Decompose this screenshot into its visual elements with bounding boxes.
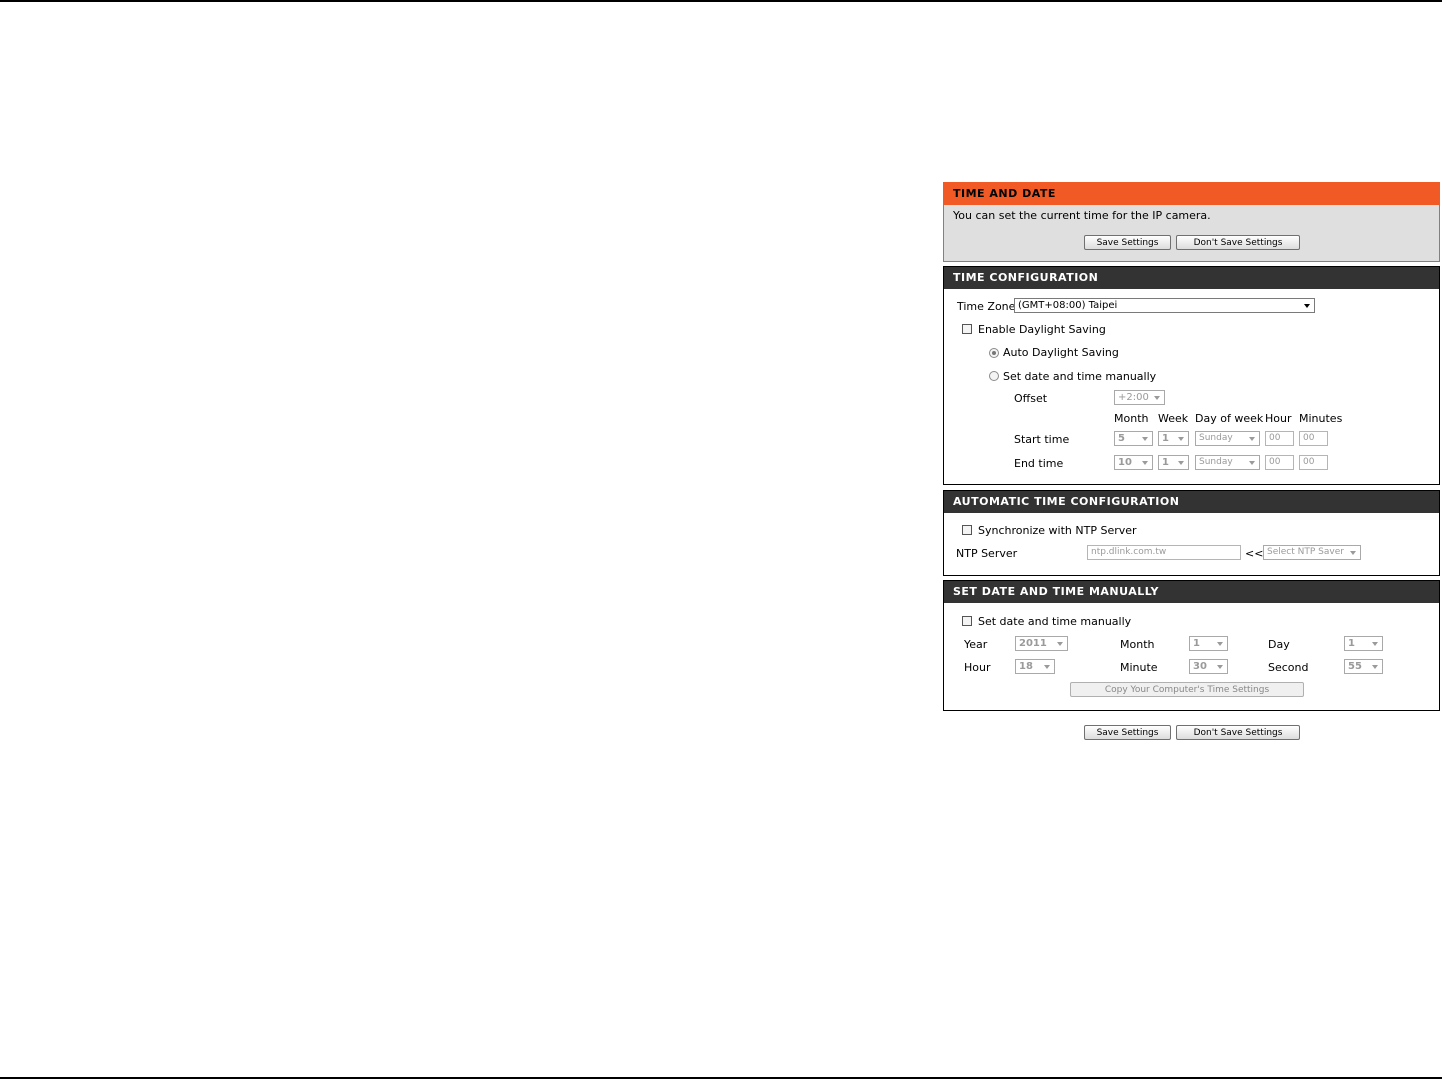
auto-daylight-saving-label: Auto Daylight Saving xyxy=(1003,346,1119,359)
end-month-value: 10 xyxy=(1118,457,1132,468)
start-time-label: Start time xyxy=(1014,433,1070,446)
enable-daylight-saving-checkbox[interactable] xyxy=(962,324,972,334)
day-value: 1 xyxy=(1348,638,1355,649)
column-minutes-label: Minutes xyxy=(1299,412,1343,425)
time-configuration-panel: TIME CONFIGURATION Time Zone (GMT+08:00)… xyxy=(943,266,1440,485)
second-value: 55 xyxy=(1348,661,1362,672)
minute-label: Minute xyxy=(1120,661,1158,674)
chevron-down-icon xyxy=(1142,461,1148,465)
minute-value: 30 xyxy=(1193,661,1207,672)
offset-select[interactable]: +2:00 xyxy=(1114,390,1165,405)
save-settings-button-top[interactable]: Save Settings xyxy=(1084,235,1171,250)
start-week-value: 1 xyxy=(1162,433,1169,444)
chevron-down-icon xyxy=(1372,665,1378,669)
manual-daylight-saving-radio[interactable] xyxy=(989,371,999,381)
time-and-date-description: You can set the current time for the IP … xyxy=(953,209,1211,222)
end-day-select[interactable]: Sunday xyxy=(1195,455,1260,470)
dont-save-settings-button-bottom[interactable]: Don't Save Settings xyxy=(1176,725,1300,740)
chevron-down-icon xyxy=(1178,437,1184,441)
second-label: Second xyxy=(1268,661,1309,674)
second-select[interactable]: 55 xyxy=(1344,659,1383,674)
chevron-down-icon xyxy=(1372,642,1378,646)
start-minutes-input[interactable]: 00 xyxy=(1299,431,1328,446)
chevron-down-icon xyxy=(1142,437,1148,441)
start-day-select[interactable]: Sunday xyxy=(1195,431,1260,446)
dont-save-settings-button-top[interactable]: Don't Save Settings xyxy=(1176,235,1300,250)
start-month-select[interactable]: 5 xyxy=(1114,431,1153,446)
sync-ntp-checkbox[interactable] xyxy=(962,525,972,535)
ntp-select-value: Select NTP Saver xyxy=(1267,547,1344,557)
chevron-down-icon xyxy=(1350,551,1356,555)
automatic-time-title: AUTOMATIC TIME CONFIGURATION xyxy=(944,491,1439,513)
ntp-server-input[interactable]: ntp.dlink.com.tw xyxy=(1087,545,1241,560)
chevron-down-icon xyxy=(1249,461,1255,465)
copy-computer-time-button[interactable]: Copy Your Computer's Time Settings xyxy=(1070,682,1304,697)
end-week-select[interactable]: 1 xyxy=(1158,455,1189,470)
manual-time-title: SET DATE AND TIME MANUALLY xyxy=(944,581,1439,603)
set-manual-label: Set date and time manually xyxy=(978,615,1132,628)
start-week-select[interactable]: 1 xyxy=(1158,431,1189,446)
start-hour-input[interactable]: 00 xyxy=(1265,431,1294,446)
time-configuration-title: TIME CONFIGURATION xyxy=(944,267,1439,289)
month-value: 1 xyxy=(1193,638,1200,649)
save-settings-button-bottom[interactable]: Save Settings xyxy=(1084,725,1171,740)
chevron-down-icon xyxy=(1044,665,1050,669)
start-month-value: 5 xyxy=(1118,433,1125,444)
hour-label: Hour xyxy=(964,661,991,674)
automatic-time-panel: AUTOMATIC TIME CONFIGURATION Synchronize… xyxy=(943,490,1440,576)
chevron-down-icon xyxy=(1217,642,1223,646)
end-minutes-input[interactable]: 00 xyxy=(1299,455,1328,470)
month-label: Month xyxy=(1120,638,1155,651)
column-week-label: Week xyxy=(1158,412,1189,425)
column-day-of-week-label: Day of week xyxy=(1195,412,1264,425)
end-hour-input[interactable]: 00 xyxy=(1265,455,1294,470)
sync-ntp-label: Synchronize with NTP Server xyxy=(978,524,1137,537)
month-select[interactable]: 1 xyxy=(1189,636,1228,651)
chevron-down-icon xyxy=(1304,304,1310,308)
ntp-server-label: NTP Server xyxy=(956,547,1018,560)
ntp-arrow-label: << xyxy=(1245,547,1264,560)
end-day-value: Sunday xyxy=(1199,457,1233,467)
offset-label: Offset xyxy=(1014,392,1048,405)
day-select[interactable]: 1 xyxy=(1344,636,1383,651)
year-select[interactable]: 2011 xyxy=(1015,636,1068,651)
chevron-down-icon xyxy=(1057,642,1063,646)
top-rule xyxy=(0,0,1442,2)
hour-value: 18 xyxy=(1019,661,1033,672)
set-manual-checkbox[interactable] xyxy=(962,616,972,626)
manual-time-panel: SET DATE AND TIME MANUALLY Set date and … xyxy=(943,580,1440,711)
time-and-date-title: TIME AND DATE xyxy=(944,183,1439,205)
enable-daylight-saving-label: Enable Daylight Saving xyxy=(978,323,1106,336)
ntp-server-select[interactable]: Select NTP Saver xyxy=(1263,545,1361,560)
year-value: 2011 xyxy=(1019,638,1047,649)
chevron-down-icon xyxy=(1154,396,1160,400)
chevron-down-icon xyxy=(1217,665,1223,669)
end-time-label: End time xyxy=(1014,457,1064,470)
minute-select[interactable]: 30 xyxy=(1189,659,1228,674)
time-zone-label: Time Zone xyxy=(957,300,1016,313)
manual-daylight-saving-label: Set date and time manually xyxy=(1003,370,1157,383)
day-label: Day xyxy=(1268,638,1290,651)
offset-value: +2:00 xyxy=(1118,392,1149,403)
start-day-value: Sunday xyxy=(1199,433,1233,443)
time-zone-select[interactable]: (GMT+08:00) Taipei xyxy=(1014,298,1315,313)
end-month-select[interactable]: 10 xyxy=(1114,455,1153,470)
hour-select[interactable]: 18 xyxy=(1015,659,1055,674)
bottom-rule xyxy=(0,1077,1442,1079)
year-label: Year xyxy=(964,638,988,651)
auto-daylight-saving-radio[interactable] xyxy=(989,348,999,358)
end-week-value: 1 xyxy=(1162,457,1169,468)
chevron-down-icon xyxy=(1178,461,1184,465)
chevron-down-icon xyxy=(1249,437,1255,441)
time-zone-value: (GMT+08:00) Taipei xyxy=(1018,300,1118,311)
column-hour-label: Hour xyxy=(1265,412,1292,425)
column-month-label: Month xyxy=(1114,412,1149,425)
time-and-date-panel: TIME AND DATE You can set the current ti… xyxy=(943,182,1440,262)
